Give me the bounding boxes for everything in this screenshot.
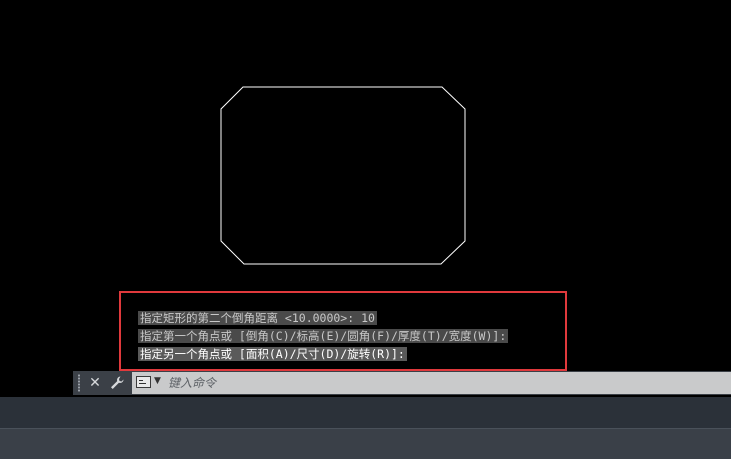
command-history-line: 指定第一个角点或 [倒角(C)/标高(E)/圆角(F)/厚度(T)/宽度(W)]…	[138, 329, 509, 343]
drawing-canvas[interactable]: 指定矩形的第二个倒角距离 <10.0000>: 10 指定第一个角点或 [倒角(…	[0, 0, 731, 397]
command-history: 指定矩形的第二个倒角距离 <10.0000>: 10 指定第一个角点或 [倒角(…	[138, 310, 509, 364]
close-icon[interactable]: ✕	[85, 371, 105, 395]
status-bar	[0, 397, 731, 428]
chevron-down-icon[interactable]: ▼	[154, 376, 161, 386]
command-line-bar: ✕ ▼	[73, 371, 731, 395]
wrench-icon-svg	[111, 376, 124, 389]
layout-tabs-bar	[0, 428, 731, 459]
command-prompt-icon[interactable]	[136, 376, 151, 388]
command-input-area[interactable]: ▼	[132, 372, 731, 394]
command-history-line: 指定矩形的第二个倒角距离 <10.0000>: 10	[138, 311, 377, 325]
drag-handle-grip[interactable]	[77, 374, 81, 392]
command-input[interactable]	[168, 372, 731, 394]
chamfered-rectangle[interactable]	[220, 86, 466, 265]
command-history-current-line: 指定另一个角点或 [面积(A)/尺寸(D)/旋转(R)]:	[138, 347, 407, 361]
wrench-icon[interactable]	[107, 371, 127, 395]
